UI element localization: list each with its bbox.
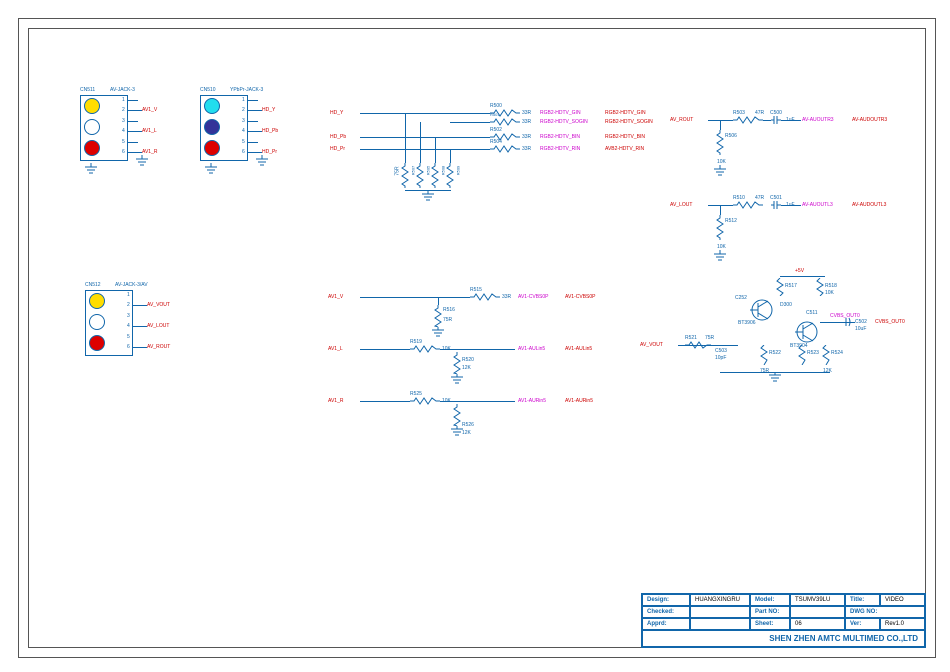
resistor-icon — [431, 163, 439, 188]
port-av1aurin: AV1-AURin5 — [565, 398, 593, 404]
gnd-icon — [768, 372, 782, 382]
resistor-icon — [470, 293, 500, 301]
rca-yellow-icon — [89, 293, 105, 309]
port-auoutr3: AV-AUDOUTR3 — [852, 117, 887, 123]
resistor-icon — [733, 201, 763, 209]
resistor-icon — [822, 345, 830, 365]
rca-white-icon — [84, 119, 100, 135]
resistor-icon — [798, 345, 806, 365]
gnd-icon — [84, 163, 98, 175]
resistor-icon — [416, 163, 424, 188]
part-cn511: AV-JACK-3 — [110, 87, 135, 93]
transistor-icon — [795, 320, 819, 344]
port-rin: AVB2-HDTV_RIN — [605, 146, 644, 152]
port-av1cvbs: AV1-CVBS0P — [565, 294, 595, 300]
resistor-icon — [446, 163, 454, 188]
gnd-icon — [204, 163, 218, 175]
port-auoutl3: AV-AUDOUTL3 — [852, 202, 886, 208]
gnd-icon — [713, 250, 727, 262]
gnd-icon — [135, 155, 149, 167]
resistor-icon — [490, 118, 520, 126]
resistor-icon — [401, 163, 409, 188]
resistor-icon — [776, 278, 784, 296]
port-av1aulin: AV1-AULin5 — [565, 346, 592, 352]
part-cn512: AV-JACK-3/AV — [115, 282, 148, 288]
gnd-icon — [431, 327, 445, 337]
resistor-icon — [434, 305, 442, 327]
rca-cyan-icon — [204, 98, 220, 114]
net-avvout: AV_VOUT — [147, 302, 170, 308]
rca-white-icon — [89, 314, 105, 330]
gnd-icon — [713, 165, 727, 177]
net-avlout: AV_LOUT — [147, 323, 169, 329]
net-avrout: AV_ROUT — [147, 344, 170, 350]
resistor-icon — [716, 130, 724, 155]
gnd-icon — [255, 155, 269, 167]
resistor-icon — [410, 397, 440, 405]
gnd-icon — [450, 426, 464, 436]
ref-cn512: CN512 — [85, 282, 101, 288]
port-bin: RGB2-HDTV_BIN — [605, 134, 645, 140]
rca-red-icon — [204, 140, 220, 156]
resistor-icon — [685, 341, 711, 349]
title-block: Design:HUANGXINGRU Model:TSUMV39LU Title… — [641, 593, 926, 648]
rca-red-icon — [84, 140, 100, 156]
ref-cn510: CN510 — [200, 87, 216, 93]
gnd-icon — [421, 190, 435, 202]
resistor-icon — [760, 345, 768, 365]
rca-red-icon — [89, 335, 105, 351]
company-name: SHEN ZHEN AMTC MULTIMED CO.,LTD — [642, 630, 925, 647]
net-hdy: HD_Y — [262, 107, 275, 113]
port-cvbsout0: CVBS_OUT0 — [875, 319, 905, 325]
port-gin: RGB2-HDTV_GIN — [605, 110, 646, 116]
resistor-icon — [733, 116, 763, 124]
resistor-icon — [490, 145, 520, 153]
gnd-icon — [450, 374, 464, 384]
capacitor-icon — [771, 200, 781, 210]
port-sogin: RGB2-HDTV_SOGIN — [605, 119, 653, 125]
resistor-icon — [410, 345, 440, 353]
resistor-icon — [453, 404, 461, 426]
rca-yellow-icon — [84, 98, 100, 114]
resistor-icon — [716, 215, 724, 240]
net-hdpb: HD_Pb — [262, 128, 278, 134]
transistor-icon — [750, 298, 774, 322]
resistor-icon — [816, 278, 824, 296]
ref-cn511: CN511 — [80, 87, 95, 93]
rca-blue-icon — [204, 119, 220, 135]
net-av1v: AV1_V — [142, 107, 157, 113]
part-cn510: YPbPr-JACK-3 — [230, 87, 263, 93]
net-av1l: AV1_L — [142, 128, 157, 134]
capacitor-icon — [771, 115, 781, 125]
resistor-icon — [453, 352, 461, 374]
